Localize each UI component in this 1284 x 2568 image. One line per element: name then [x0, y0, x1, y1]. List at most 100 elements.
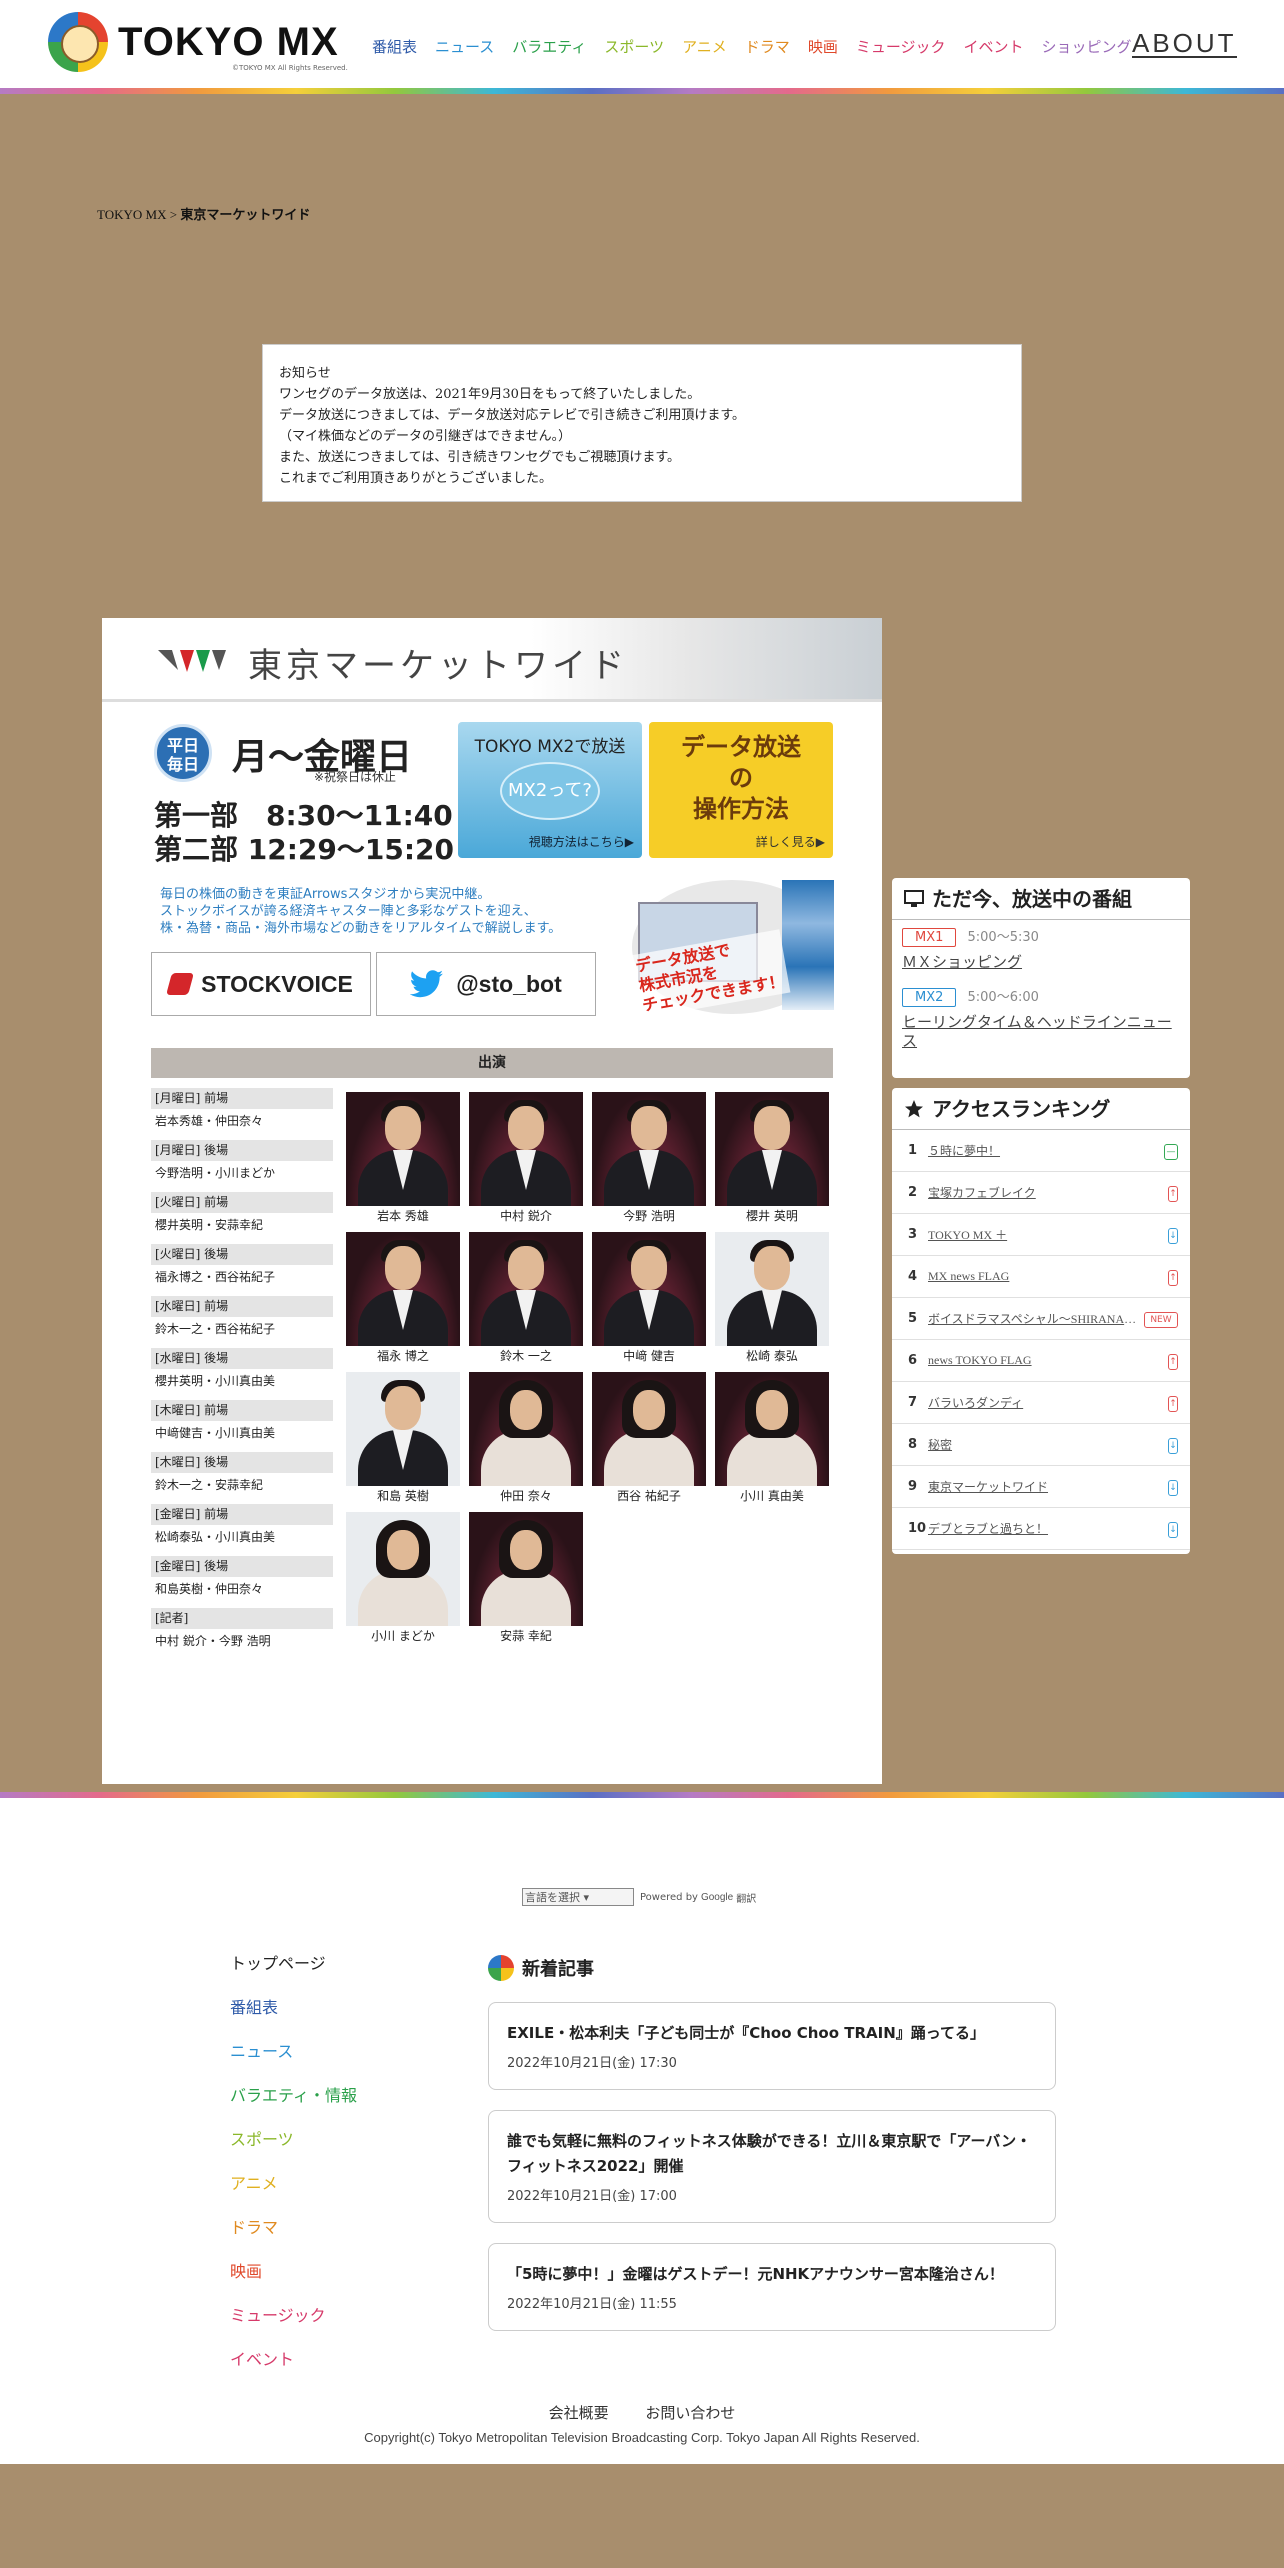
- cast-photo: [346, 1092, 460, 1206]
- cast-member[interactable]: 小川 真由美: [715, 1372, 829, 1510]
- cast-member[interactable]: 仲田 奈々: [469, 1372, 583, 1510]
- ranking-item[interactable]: 4 MX news FLAG ↑: [892, 1256, 1190, 1298]
- twitter-link-button[interactable]: @sto_bot: [376, 952, 596, 1016]
- rank-title-link[interactable]: 東京マーケットワイド: [928, 1478, 1138, 1495]
- tv-monitor-icon: [904, 889, 924, 907]
- schedule-day: [水曜日] 前場: [151, 1296, 333, 1317]
- news-card[interactable]: 誰でも気軽に無料のフィットネス体験ができる！立川＆東京駅で「アーバン・フィットネ…: [488, 2110, 1056, 2223]
- data-broadcast-button[interactable]: データ放送 の 操作方法 詳しく見る▶: [649, 722, 833, 858]
- now-on-air-heading: ただ今、放送中の番組: [892, 878, 1190, 920]
- cast-member[interactable]: 安蒜 幸紀: [469, 1512, 583, 1650]
- cast-photo: [592, 1092, 706, 1206]
- rank-title-link[interactable]: デブとラブと過ちと！: [928, 1520, 1138, 1537]
- mx2-info-button[interactable]: TOKYO MX2で放送 MX2って? 視聴方法はこちら▶: [458, 722, 642, 858]
- rank-trend-up-icon: ↑: [1168, 1354, 1178, 1370]
- nav-item[interactable]: 映画: [808, 36, 838, 57]
- nav-item[interactable]: スポーツ: [604, 36, 664, 57]
- footer-nav-item[interactable]: スポーツ: [230, 2126, 357, 2149]
- language-select[interactable]: 言語を選択 ▾: [522, 1888, 634, 1906]
- stockvoice-link-button[interactable]: STOCKVOICE: [151, 952, 371, 1016]
- cast-member[interactable]: 西谷 祐紀子: [592, 1372, 706, 1510]
- schedule-names: 中﨑健吉・小川真由美: [155, 1426, 276, 1440]
- news-card[interactable]: 「5時に夢中！」金曜はゲストデー！元NHKアナウンサー宮本隆治さん！ 2022年1…: [488, 2243, 1056, 2331]
- rank-title-link[interactable]: 秘密: [928, 1436, 1138, 1453]
- nav-item[interactable]: ドラマ: [745, 36, 790, 57]
- ranking-item[interactable]: 8 秘密 ↓: [892, 1424, 1190, 1466]
- footer-nav-item[interactable]: トップページ: [230, 1950, 357, 1973]
- ranking-item[interactable]: 2 宝塚カフェブレイク ↑: [892, 1172, 1190, 1214]
- cast-member[interactable]: 鈴木 一之: [469, 1232, 583, 1370]
- rank-title-link[interactable]: TOKYO MX ＋: [928, 1226, 1138, 1243]
- cast-member[interactable]: 岩本 秀雄: [346, 1092, 460, 1230]
- cast-member[interactable]: 櫻井 英明: [715, 1092, 829, 1230]
- breadcrumb-home[interactable]: TOKYO MX: [97, 207, 166, 222]
- footer-nav-item[interactable]: 番組表: [230, 1994, 357, 2017]
- footer-nav-item[interactable]: アニメ: [230, 2170, 357, 2193]
- rank-title-link[interactable]: ボイスドラマスペシャル〜SHIRANAI〜: [928, 1310, 1138, 1327]
- program-title-link[interactable]: ヒーリングタイム＆ヘッドラインニュース: [902, 1013, 1180, 1051]
- data-title-line: データ放送: [681, 733, 801, 761]
- rank-title-link[interactable]: 宝塚カフェブレイク: [928, 1184, 1138, 1201]
- ranking-item[interactable]: 10 デブとラブと過ちと！ ↓: [892, 1508, 1190, 1550]
- photo-face: [510, 1530, 542, 1570]
- photo-body: [481, 1570, 571, 1626]
- footer-nav-item[interactable]: イベント: [230, 2346, 357, 2369]
- cast-member[interactable]: 福永 博之: [346, 1232, 460, 1370]
- rank-title-link[interactable]: ５時に夢中！: [928, 1142, 1138, 1159]
- data-broadcast-link[interactable]: 詳しく見る▶: [756, 833, 825, 850]
- description-line: 毎日の株価の動きを東証Arrowsスタジオから実況中継。: [160, 887, 491, 902]
- footer-nav-item[interactable]: ミュージック: [230, 2302, 357, 2325]
- nav-item[interactable]: ショッピング: [1042, 36, 1132, 57]
- notice-line: これまでご利用頂きありがとうございました。: [279, 471, 553, 486]
- schedule-names: 福永博之・西谷祐紀子: [155, 1270, 276, 1284]
- ranking-item[interactable]: 1 ５時に夢中！ —: [892, 1130, 1190, 1172]
- nav-item[interactable]: アニメ: [682, 36, 727, 57]
- cast-member[interactable]: 小川 まどか: [346, 1512, 460, 1650]
- site-logo[interactable]: TOKYO MX: [118, 20, 339, 65]
- about-link[interactable]: ABOUT: [1132, 30, 1237, 58]
- ranking-item[interactable]: 6 news TOKYO FLAG ↑: [892, 1340, 1190, 1382]
- ranking-item[interactable]: 9 東京マーケットワイド ↓: [892, 1466, 1190, 1508]
- nav-item[interactable]: ニュース: [435, 36, 494, 57]
- weekday-badge-line: 平日: [166, 736, 199, 755]
- program-panel: 東京マーケットワイド 平日 毎日 月～金曜日 ※祝祭日は休止 第一部 8:30～…: [102, 618, 882, 1784]
- description-line: 株・為替・商品・海外市場などの動きをリアルタイムで解説します。: [160, 921, 562, 936]
- rank-title-link[interactable]: MX news FLAG: [928, 1269, 1138, 1284]
- company-info-link[interactable]: 会社概要: [549, 2404, 609, 2422]
- translate-word[interactable]: 翻訳: [736, 1890, 756, 1905]
- ranking-item[interactable]: 7 バラいろダンディ ↑: [892, 1382, 1190, 1424]
- footer-nav-item[interactable]: バラエティ・情報: [230, 2082, 357, 2105]
- rank-number: 10: [908, 1521, 927, 1536]
- photo-face: [754, 1106, 790, 1150]
- cast-member[interactable]: 今野 浩明: [592, 1092, 706, 1230]
- ranking-heading: アクセスランキング: [892, 1088, 1190, 1130]
- news-card[interactable]: EXILE・松本利夫「子ども同士が『Choo Choo TRAIN』踊ってる」 2…: [488, 2002, 1056, 2090]
- contact-link[interactable]: お問い合わせ: [645, 2404, 735, 2422]
- ranking-item[interactable]: 5 ボイスドラマスペシャル〜SHIRANAI〜 NEW: [892, 1298, 1190, 1340]
- ranking-item[interactable]: 3 TOKYO MX ＋ ↓: [892, 1214, 1190, 1256]
- cast-member[interactable]: 和島 英樹: [346, 1372, 460, 1510]
- ranking-list: 1 ５時に夢中！ — 2 宝塚カフェブレイク ↑ 3 TOKYO MX ＋ ↓ 4 MX news …: [892, 1130, 1190, 1550]
- footer-nav-item[interactable]: ドラマ: [230, 2214, 357, 2237]
- site-footer: 言語を選択 ▾ Powered by Google 翻訳 トップページ 番組表 ニュ…: [0, 1798, 1284, 2464]
- nav-item[interactable]: 番組表: [372, 36, 417, 57]
- notice-line: また、放送につきましては、引き続きワンセグでもご視聴頂けます。: [279, 450, 681, 465]
- cast-member[interactable]: 松崎 泰弘: [715, 1232, 829, 1370]
- rank-title-link[interactable]: バラいろダンディ: [928, 1394, 1138, 1411]
- schedule-day: [木曜日] 後場: [151, 1452, 333, 1473]
- footer-nav-item[interactable]: 映画: [230, 2258, 357, 2281]
- cast-member[interactable]: 中村 鋭介: [469, 1092, 583, 1230]
- cast-photo: [715, 1232, 829, 1346]
- twitter-bird-icon: [410, 970, 444, 998]
- cast-name: 安蒜 幸紀: [500, 1629, 552, 1643]
- nav-item[interactable]: バラエティ: [512, 36, 586, 57]
- schedule-names: 松崎泰弘・小川真由美: [155, 1530, 276, 1544]
- mx2-link[interactable]: 視聴方法はこちら▶: [529, 833, 634, 850]
- nav-item[interactable]: イベント: [964, 36, 1024, 57]
- nav-item[interactable]: ミュージック: [856, 36, 946, 57]
- footer-nav-item[interactable]: ニュース: [230, 2038, 357, 2061]
- cast-member[interactable]: 中﨑 健吉: [592, 1232, 706, 1370]
- mx-mascot-logo-icon[interactable]: [48, 12, 108, 72]
- program-title-link[interactable]: ＭＸショッピング: [902, 953, 1180, 972]
- rank-title-link[interactable]: news TOKYO FLAG: [928, 1353, 1138, 1368]
